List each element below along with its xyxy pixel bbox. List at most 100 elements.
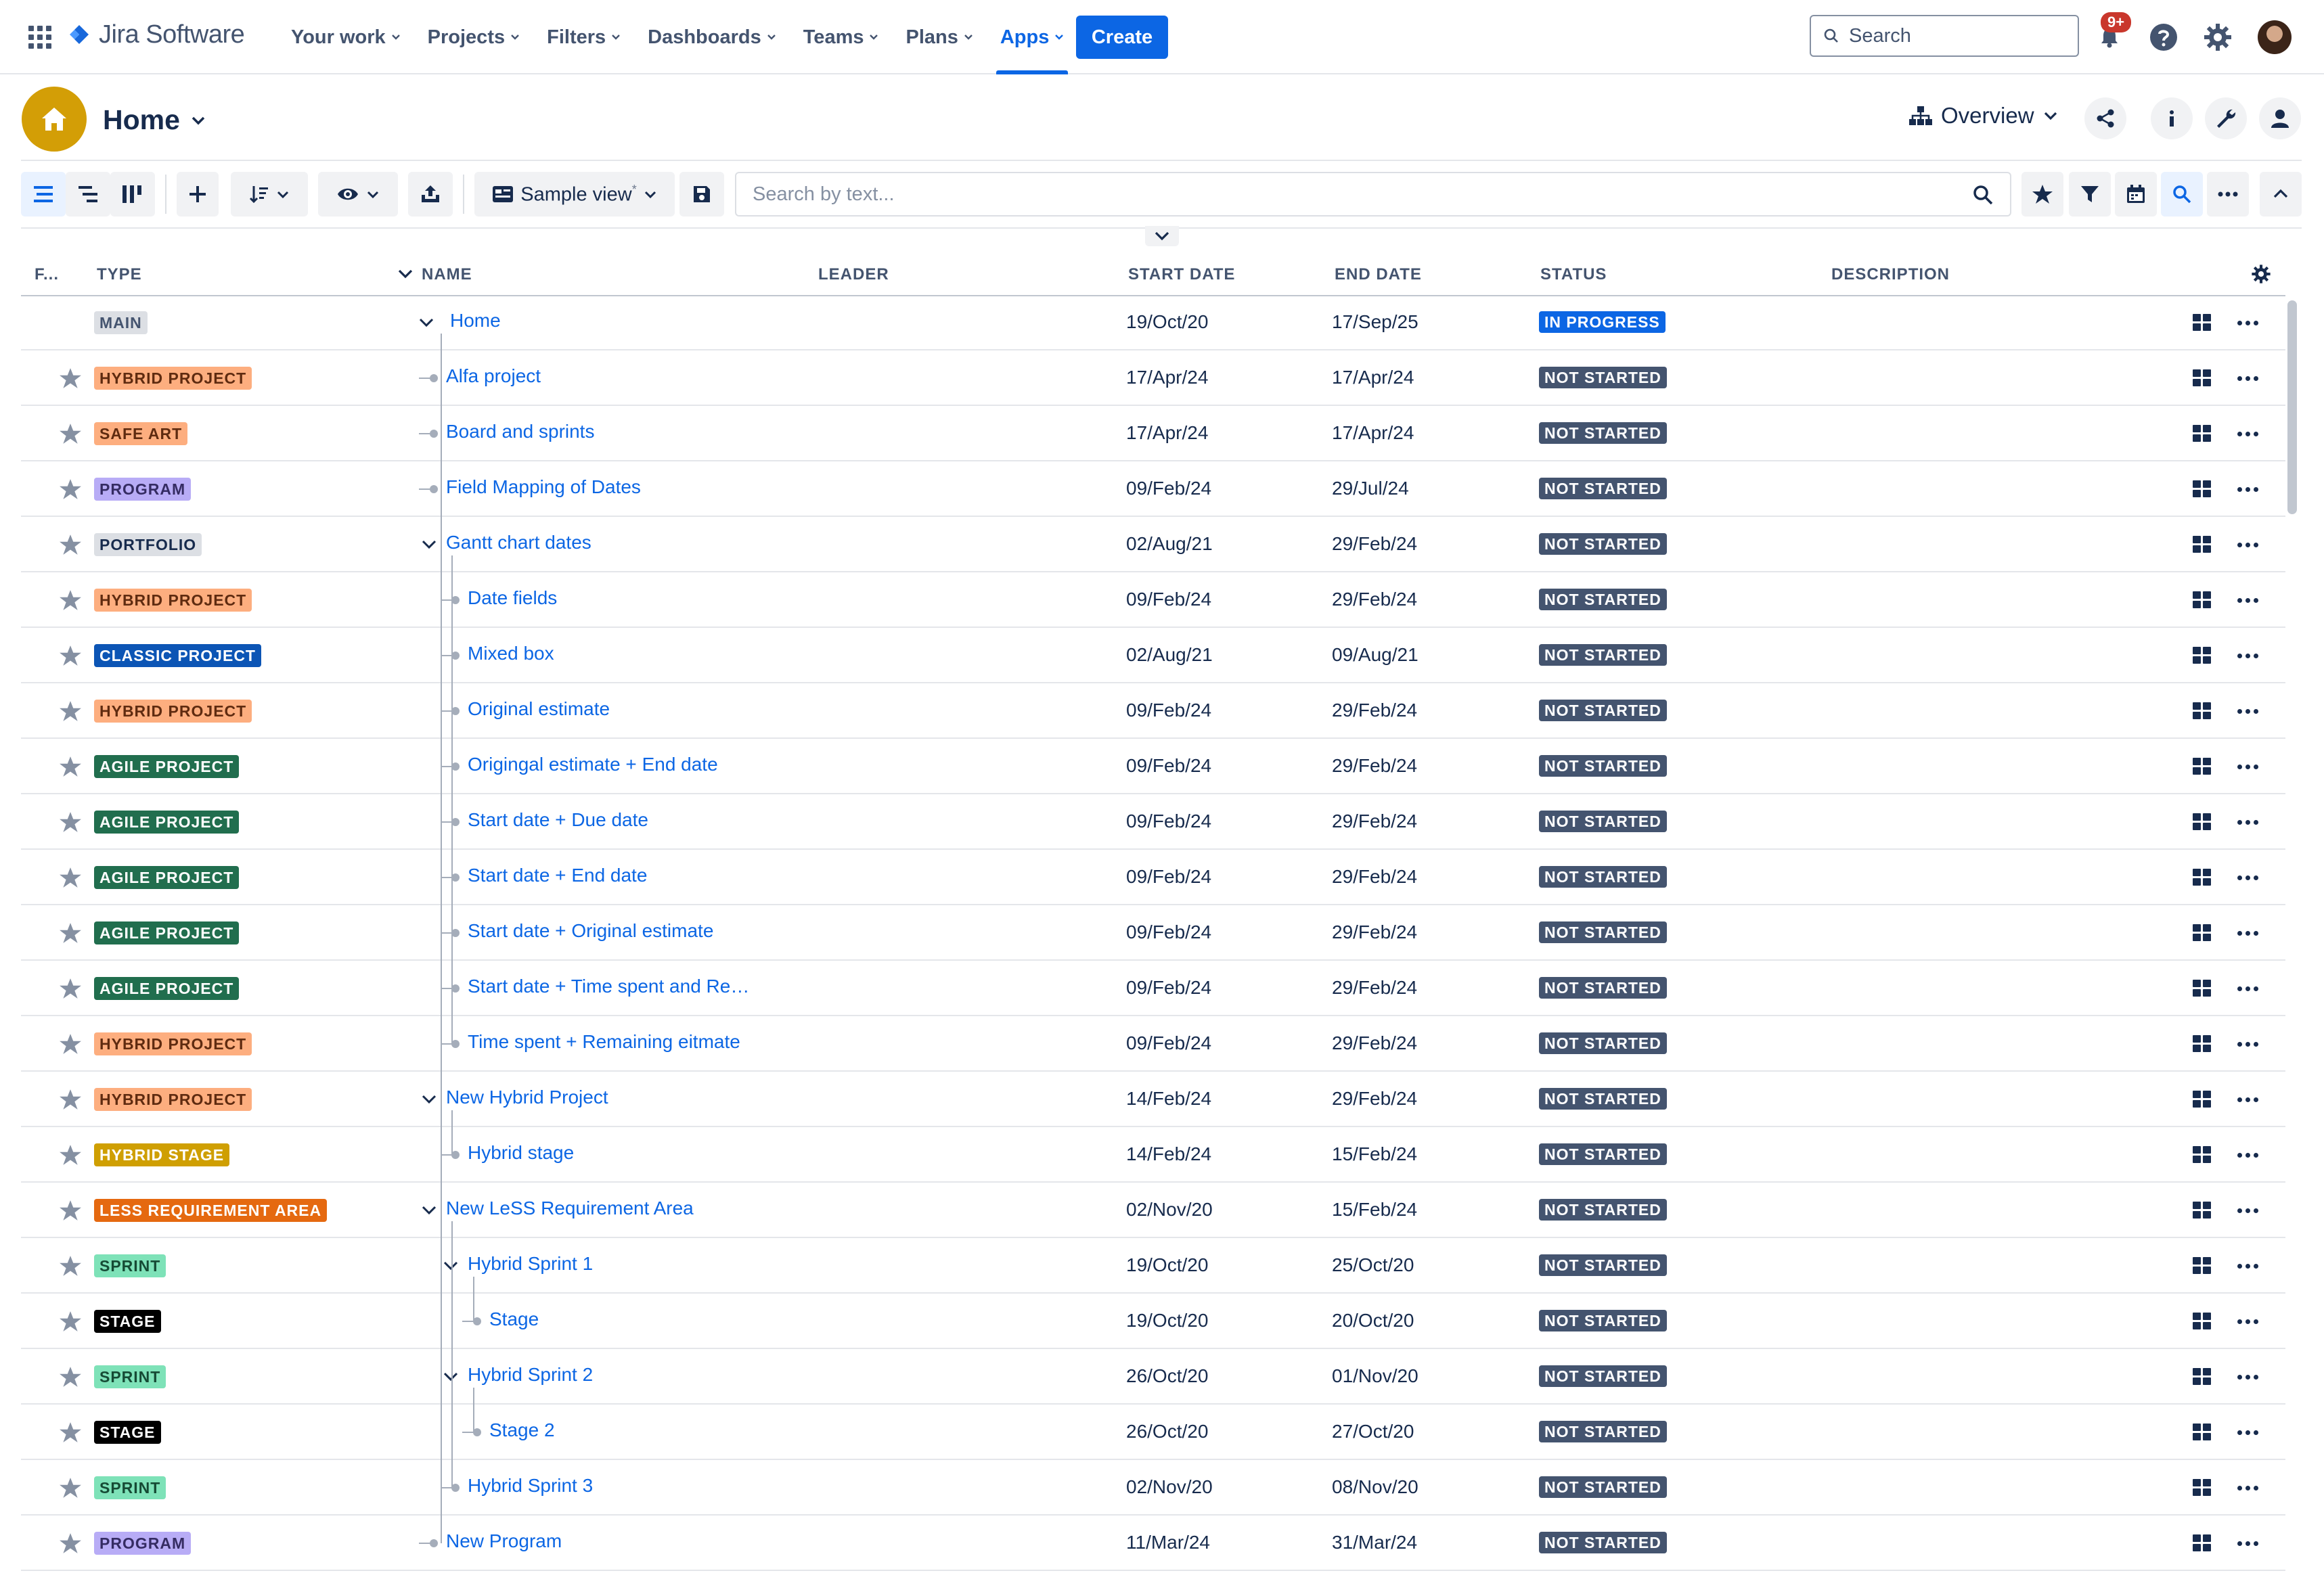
row-more-icon[interactable] <box>2234 756 2261 777</box>
row-more-icon[interactable] <box>2234 645 2261 666</box>
row-more-icon[interactable] <box>2234 1145 2261 1165</box>
table-row[interactable]: SPRINT Hybrid Sprint 1 19/Oct/20 25/Oct/20 N… <box>21 1238 2285 1294</box>
collapse-toolbar-button[interactable] <box>2260 172 2302 217</box>
table-row[interactable]: PROGRAM Field Mapping of Dates 09/Feb/24 29… <box>21 461 2285 517</box>
export-button[interactable] <box>408 172 453 217</box>
column-header-type[interactable]: TYPE <box>97 265 142 284</box>
status-badge[interactable]: NOT STARTED <box>1539 1088 1667 1110</box>
card-view-icon[interactable] <box>2193 813 2212 831</box>
star-icon[interactable] <box>59 755 82 778</box>
column-header-start-date[interactable]: START DATE <box>1128 265 1235 284</box>
star-icon[interactable] <box>59 1254 82 1277</box>
row-more-icon[interactable] <box>2234 1200 2261 1221</box>
item-name-link[interactable]: Start date + Due date <box>468 809 648 831</box>
row-more-icon[interactable] <box>2234 1533 2261 1553</box>
item-name-link[interactable]: Hybrid Sprint 3 <box>468 1475 593 1497</box>
star-icon[interactable] <box>59 921 82 944</box>
card-view-icon[interactable] <box>2193 369 2212 387</box>
card-view-icon[interactable] <box>2193 1202 2212 1219</box>
item-name-link[interactable]: Alfa project <box>446 365 541 387</box>
nav-apps[interactable]: Apps <box>987 0 1078 74</box>
column-header-description[interactable]: DESCRIPTION <box>1831 265 1950 284</box>
star-icon[interactable] <box>59 478 82 501</box>
item-name-link[interactable]: Stage <box>489 1308 539 1330</box>
item-name-link[interactable]: Home <box>450 310 501 332</box>
card-view-icon[interactable] <box>2193 758 2212 775</box>
row-more-icon[interactable] <box>2234 313 2261 333</box>
list-view-button[interactable] <box>21 172 66 217</box>
column-header-leader[interactable]: LEADER <box>818 265 889 284</box>
card-view-icon[interactable] <box>2193 869 2212 886</box>
row-more-icon[interactable] <box>2234 1478 2261 1498</box>
table-row[interactable]: SAFE ART Board and sprints 17/Apr/24 17/Apr… <box>21 406 2285 461</box>
nav-dashboards[interactable]: Dashboards <box>634 0 790 74</box>
nav-filters[interactable]: Filters <box>533 0 634 74</box>
card-view-icon[interactable] <box>2193 536 2212 553</box>
profile-button[interactable] <box>2259 97 2301 139</box>
star-icon[interactable] <box>59 1421 82 1444</box>
item-name-link[interactable]: New Program <box>446 1530 562 1552</box>
star-icon[interactable] <box>59 1199 82 1222</box>
status-badge[interactable]: NOT STARTED <box>1539 478 1667 499</box>
scrollbar-thumb[interactable] <box>2287 300 2297 514</box>
tools-button[interactable] <box>2205 97 2247 139</box>
save-view-button[interactable] <box>679 172 724 217</box>
table-row[interactable]: AGILE PROJECT Start date + Due date 09/Feb… <box>21 794 2285 850</box>
star-icon[interactable] <box>59 589 82 612</box>
star-icon[interactable] <box>59 700 82 723</box>
card-view-icon[interactable] <box>2193 647 2212 664</box>
jira-logo[interactable]: Jira Software <box>68 20 245 49</box>
star-icon[interactable] <box>59 1032 82 1055</box>
card-view-icon[interactable] <box>2193 1257 2212 1275</box>
card-view-icon[interactable] <box>2193 1368 2212 1386</box>
row-more-icon[interactable] <box>2234 1311 2261 1331</box>
column-settings-icon[interactable] <box>2251 264 2271 284</box>
card-view-icon[interactable] <box>2193 480 2212 498</box>
status-badge[interactable]: NOT STARTED <box>1539 866 1667 888</box>
more-button[interactable] <box>2207 172 2249 217</box>
visibility-button[interactable] <box>318 172 398 217</box>
star-icon[interactable] <box>59 644 82 667</box>
card-view-icon[interactable] <box>2193 980 2212 997</box>
card-view-icon[interactable] <box>2193 924 2212 942</box>
status-badge[interactable]: IN PROGRESS <box>1539 311 1666 333</box>
table-row[interactable]: MAIN Home 19/Oct/20 17/Sep/25 IN PROGRESS <box>21 295 2285 350</box>
star-icon[interactable] <box>59 1310 82 1333</box>
table-row[interactable]: HYBRID PROJECT Alfa project 17/Apr/24 17/Ap… <box>21 350 2285 406</box>
card-view-icon[interactable] <box>2193 1091 2212 1108</box>
expand-panel-button[interactable] <box>1145 226 1179 246</box>
star-icon[interactable] <box>59 1532 82 1555</box>
status-badge[interactable]: NOT STARTED <box>1539 533 1667 555</box>
status-badge[interactable]: NOT STARTED <box>1539 700 1667 721</box>
calendar-button[interactable] <box>2115 172 2157 217</box>
chevron-down-icon[interactable] <box>442 1368 460 1386</box>
item-name-link[interactable]: Date fields <box>468 587 557 609</box>
table-row[interactable]: AGILE PROJECT Origingal estimate + End da… <box>21 739 2285 794</box>
table-row[interactable]: PORTFOLIO Gantt chart dates 02/Aug/21 29/Fe… <box>21 517 2285 572</box>
card-view-icon[interactable] <box>2193 314 2212 332</box>
table-row[interactable]: HYBRID PROJECT Original estimate 09/Feb/24… <box>21 683 2285 739</box>
star-icon[interactable] <box>59 367 82 390</box>
table-row[interactable]: HYBRID PROJECT Time spent + Remaining eit… <box>21 1016 2285 1072</box>
star-icon[interactable] <box>59 422 82 445</box>
item-name-link[interactable]: Time spent + Remaining eitmate <box>468 1031 740 1053</box>
nav-plans[interactable]: Plans <box>892 0 986 74</box>
status-badge[interactable]: NOT STARTED <box>1539 921 1667 943</box>
row-more-icon[interactable] <box>2234 534 2261 555</box>
row-more-icon[interactable] <box>2234 812 2261 832</box>
star-icon[interactable] <box>59 1365 82 1388</box>
app-switcher-icon[interactable] <box>27 24 53 50</box>
chevron-down-icon[interactable] <box>397 267 414 281</box>
status-badge[interactable]: NOT STARTED <box>1539 1476 1667 1498</box>
column-header-favorite[interactable]: F... <box>35 265 59 284</box>
column-header-name[interactable]: NAME <box>422 265 472 284</box>
item-name-link[interactable]: Gantt chart dates <box>446 532 591 553</box>
table-row[interactable]: PROGRAM New Program 11/Mar/24 31/Mar/24 NOT … <box>21 1516 2285 1571</box>
row-more-icon[interactable] <box>2234 368 2261 388</box>
card-view-icon[interactable] <box>2193 702 2212 720</box>
status-badge[interactable]: NOT STARTED <box>1539 755 1667 777</box>
row-more-icon[interactable] <box>2234 923 2261 943</box>
card-view-icon[interactable] <box>2193 1146 2212 1164</box>
row-more-icon[interactable] <box>2234 867 2261 888</box>
table-row[interactable]: STAGE Stage 2 26/Oct/20 27/Oct/20 NOT STARTE… <box>21 1405 2285 1460</box>
